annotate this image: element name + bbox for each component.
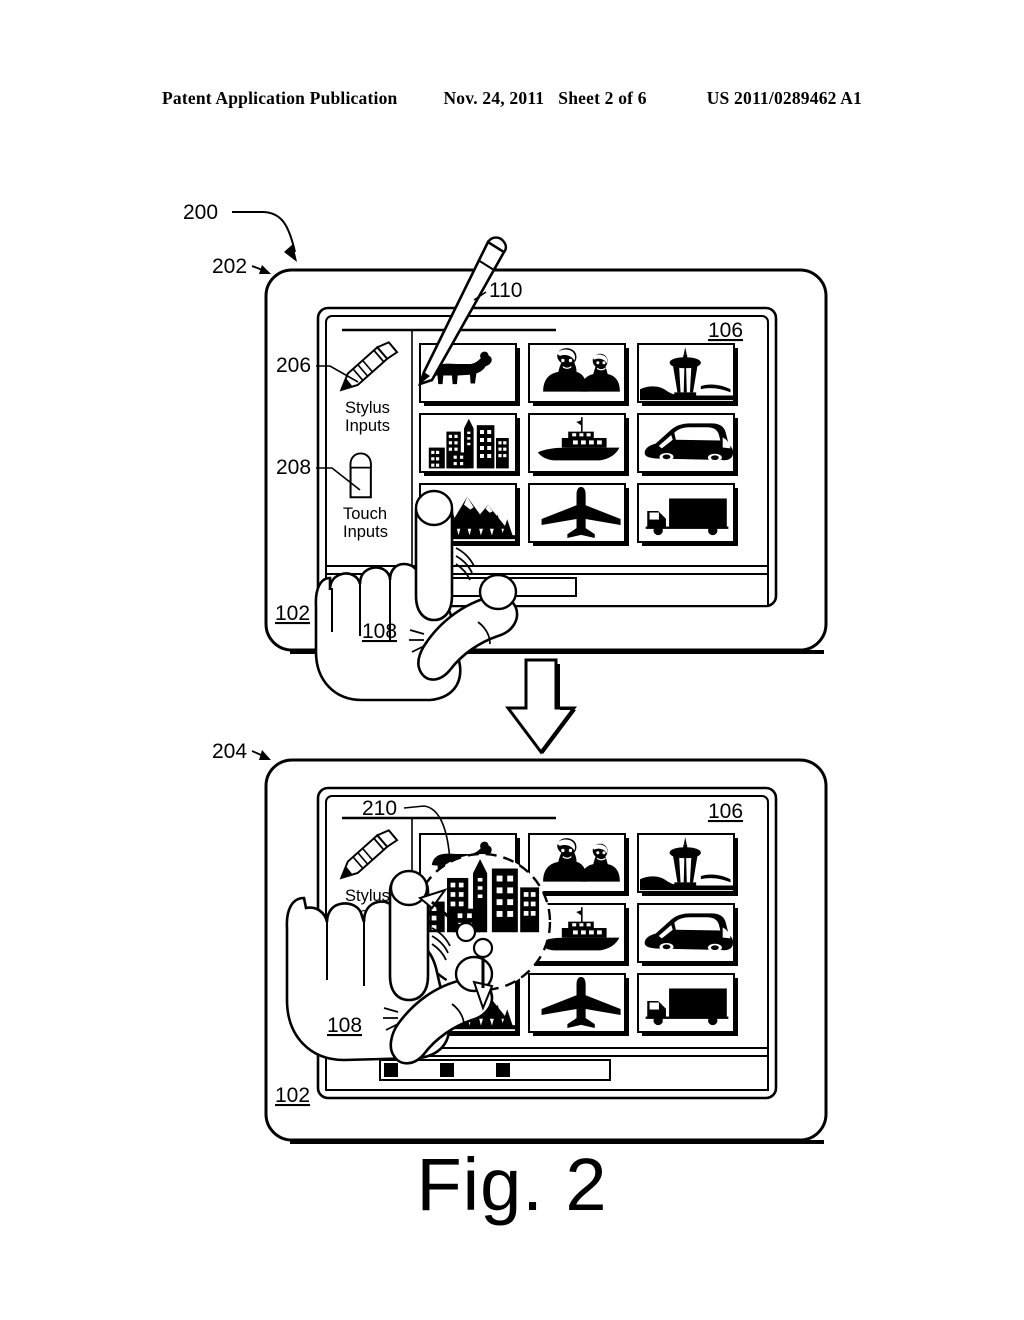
figure-caption: Fig. 2 bbox=[416, 1143, 608, 1226]
thumbnail-people-lower[interactable] bbox=[528, 833, 629, 896]
touch-inputs-label-line1: Touch bbox=[343, 505, 387, 523]
taskbar-item-icon[interactable] bbox=[440, 1063, 454, 1077]
patent-figure-drawing: 200 202 106 Stylus Inputs 206 Touch Inpu… bbox=[183, 201, 828, 1144]
ref-102-label-lower: 102 bbox=[275, 1084, 310, 1107]
ref-108-label-upper: 108 bbox=[362, 620, 397, 643]
ref-208-label: 208 bbox=[276, 456, 311, 479]
thumbnail-car-lower[interactable] bbox=[637, 903, 738, 966]
ref-200-label: 200 bbox=[183, 201, 218, 224]
thumbnail-grid-upper[interactable] bbox=[419, 343, 738, 546]
touch-inputs-label-line2: Inputs bbox=[343, 523, 388, 541]
ref-106-label-lower: 106 bbox=[708, 800, 743, 823]
thumbnail-city-upper[interactable] bbox=[419, 413, 520, 476]
taskbar-item-icon[interactable] bbox=[384, 1063, 398, 1077]
ref-200-group: 200 bbox=[183, 201, 297, 262]
lower-panel: 204 106 Stylus Inputs bbox=[212, 740, 828, 1144]
ref-108-label-lower: 108 bbox=[327, 1014, 362, 1037]
ref-204-group: 204 bbox=[212, 740, 271, 763]
upper-panel: 202 106 Stylus Inputs 206 Touch Inputs 2… bbox=[212, 236, 828, 702]
ref-206-label: 206 bbox=[276, 354, 311, 377]
ref-202-label: 202 bbox=[212, 255, 247, 278]
thumbnail-boat-upper[interactable] bbox=[528, 413, 629, 476]
fingertip-icon bbox=[349, 452, 372, 499]
thumbnail-people-upper[interactable] bbox=[528, 343, 629, 406]
thumbnail-car-upper[interactable] bbox=[637, 413, 738, 476]
ref-102-label-upper: 102 bbox=[275, 602, 310, 625]
ref-110-label: 110 bbox=[489, 279, 522, 302]
thumbnail-truck-lower[interactable] bbox=[637, 973, 738, 1036]
thumbnail-space-needle-lower[interactable] bbox=[637, 833, 738, 896]
thumbnail-truck-upper[interactable] bbox=[637, 483, 738, 546]
ref-210-label: 210 bbox=[362, 797, 397, 820]
thumbnail-airplane-lower[interactable] bbox=[528, 973, 629, 1036]
thumbnail-space-needle-upper[interactable] bbox=[637, 343, 738, 406]
stylus-inputs-label-line1: Stylus bbox=[345, 399, 390, 417]
taskbar-item-icon[interactable] bbox=[496, 1063, 510, 1077]
ref-106-label-upper: 106 bbox=[708, 319, 743, 342]
flow-arrow bbox=[505, 658, 577, 755]
thumbnail-airplane-upper[interactable] bbox=[528, 483, 629, 546]
stylus-inputs-label-line2: Inputs bbox=[345, 417, 390, 435]
ref-204-label: 204 bbox=[212, 740, 247, 763]
ref-202-group: 202 bbox=[212, 255, 271, 278]
